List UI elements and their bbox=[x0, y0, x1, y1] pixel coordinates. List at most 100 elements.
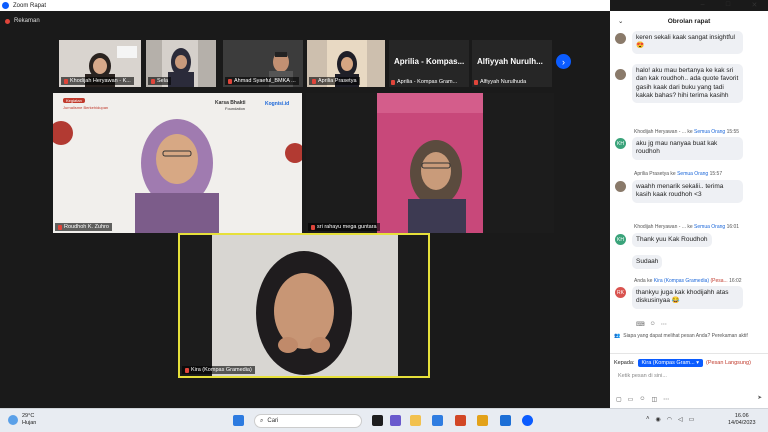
reply-icon[interactable]: ⌨ bbox=[636, 321, 645, 328]
window-controls: – □ ✕ bbox=[690, 1, 768, 11]
avatar: RK bbox=[615, 287, 626, 298]
file-explorer-icon[interactable] bbox=[410, 415, 421, 426]
close-icon[interactable]: ✕ bbox=[751, 1, 757, 11]
taskbar: 29°C Hujan ⌕ Cari ˄ ◉ ◠ ◁ ▭ 16.06 14/04/2… bbox=[0, 408, 768, 432]
recording-bar: Rekaman bbox=[0, 11, 610, 31]
avatar bbox=[615, 181, 626, 192]
mic-muted-icon bbox=[228, 78, 232, 84]
mic-muted-icon bbox=[64, 78, 68, 84]
privacy-note[interactable]: 👥 Siapa yang dapat melihat pesan Anda? P… bbox=[614, 333, 766, 339]
emoji-icon[interactable]: ☺ bbox=[650, 321, 656, 328]
chevron-up-icon[interactable]: ˄ bbox=[646, 416, 650, 423]
weather-icon bbox=[8, 415, 18, 425]
attach-icon[interactable]: ▭ bbox=[628, 396, 634, 403]
more-icon[interactable]: ⋯ bbox=[661, 321, 667, 328]
chat-title: Obrolan rapat bbox=[667, 17, 711, 25]
slide-tag: Kegiatan bbox=[63, 98, 85, 103]
send-icon[interactable]: ➤ bbox=[757, 395, 762, 401]
slide-brand-2: Kognisi.id bbox=[265, 101, 290, 107]
zoom-app-icon[interactable] bbox=[522, 415, 533, 426]
participant-name: Roudhoh K. Zuhro bbox=[55, 223, 112, 231]
screenshot-icon[interactable]: ◫ bbox=[651, 396, 657, 403]
message-meta: Khodijah Heryawan - ... ke Semua Orang 1… bbox=[634, 224, 740, 230]
message-meta: Anda ke Kira (Kompas Gramedia) (Pesa... … bbox=[634, 278, 742, 284]
chat-panel: ⌄ Obrolan rapat keren sekali kaak sangat… bbox=[610, 11, 768, 408]
participant-name: Khodijah Heryawan - K... bbox=[61, 77, 134, 85]
video-stage: Khodijah Heryawan - K... Sela Ahmad Syae… bbox=[0, 31, 610, 408]
participant-video bbox=[53, 93, 302, 233]
participant-name: Sela bbox=[148, 77, 172, 85]
recording-label[interactable]: Rekaman bbox=[14, 18, 40, 24]
search-icon: ⌕ bbox=[260, 417, 264, 424]
maximize-icon[interactable]: □ bbox=[726, 1, 730, 11]
chat-message: Thank yuu Kak Roudhoh bbox=[632, 233, 712, 248]
chat-message: keren sekali kaak sangat insightful 😍 bbox=[632, 31, 743, 54]
mic-muted-icon bbox=[311, 224, 315, 230]
slide-brand-sub: Foundation bbox=[225, 106, 246, 111]
powerpoint-icon[interactable] bbox=[455, 415, 466, 426]
participant-thumb[interactable]: Sela bbox=[146, 40, 216, 87]
chevron-down-icon[interactable]: ⌄ bbox=[618, 17, 623, 25]
recording-icon bbox=[5, 18, 10, 24]
participant-namecard[interactable]: Alfiyyah Nurulh... Alfiyyah Nurulhuda bbox=[472, 40, 552, 87]
window-title: Zoom Rapat bbox=[13, 2, 47, 9]
volume-icon[interactable]: ◁ bbox=[678, 416, 683, 423]
minimize-icon[interactable]: – bbox=[701, 1, 705, 11]
zoom-logo-icon bbox=[2, 2, 9, 9]
recipient-label: Kepada: bbox=[614, 360, 635, 366]
participant-name: Aprilia Prasetya bbox=[309, 77, 360, 85]
message-meta: Aprilia Prasetya ke Semua Orang 15:57 bbox=[634, 171, 723, 177]
direct-message-label: (Pesan Langsung) bbox=[705, 360, 751, 366]
participant-thumb[interactable]: Aprilia Prasetya bbox=[307, 40, 385, 87]
mic-muted-icon bbox=[391, 79, 395, 85]
participant-name: sri rahayu mega guntara bbox=[308, 223, 380, 231]
weather-desc: Hujan bbox=[22, 420, 37, 426]
people-icon: 👥 bbox=[614, 333, 621, 339]
next-page-button[interactable]: › bbox=[556, 54, 571, 69]
chat-message: Sudaah bbox=[632, 255, 663, 270]
chat-messages[interactable]: keren sekali kaak sangat insightful 😍 ha… bbox=[610, 31, 768, 353]
participant-video bbox=[377, 93, 483, 233]
wifi-icon[interactable]: ◠ bbox=[667, 416, 672, 423]
app-tray-icon[interactable]: ◉ bbox=[656, 416, 661, 423]
message-meta: Khodijah Heryawan - ... ke Semua Orang 1… bbox=[634, 129, 740, 135]
recipient-select[interactable]: Kira (Kompas Gram... ▾ bbox=[637, 359, 703, 367]
participant-thumb[interactable]: Khodijah Heryawan - K... bbox=[59, 40, 141, 87]
participant-name: Ahmad Syaeful_BMKA ... bbox=[225, 77, 299, 85]
start-icon[interactable] bbox=[233, 415, 244, 426]
chat-input[interactable]: Ketik pesan di sini... bbox=[618, 373, 667, 379]
avatar: KH bbox=[615, 138, 626, 149]
format-icon[interactable]: ▢ bbox=[616, 396, 622, 403]
battery-icon[interactable]: ▭ bbox=[689, 416, 695, 423]
chrome-icon[interactable] bbox=[477, 415, 488, 426]
search-box[interactable]: ⌕ Cari bbox=[254, 414, 362, 428]
weather-widget[interactable]: 29°C Hujan bbox=[8, 413, 36, 427]
chat-header: ⌄ Obrolan rapat bbox=[610, 11, 768, 31]
chat-compose: Kepada: Kira (Kompas Gram... ▾ (Pesan La… bbox=[610, 353, 768, 408]
mic-muted-icon bbox=[58, 224, 62, 230]
system-tray: ˄ ◉ ◠ ◁ ▭ bbox=[646, 416, 694, 423]
title-bar: Zoom Rapat bbox=[0, 0, 610, 11]
participant-namecard[interactable]: Aprilia - Kompas... Aprilia - Kompas Gra… bbox=[389, 40, 469, 87]
more-icon[interactable]: ⋯ bbox=[663, 396, 669, 403]
video-tile-sri[interactable]: sri rahayu mega guntara bbox=[306, 93, 554, 233]
participant-thumb[interactable]: Ahmad Syaeful_BMKA ... bbox=[223, 40, 303, 87]
slide-subtitle: Jurnalisme Berkehidupan bbox=[63, 105, 109, 110]
mic-muted-icon bbox=[185, 367, 189, 373]
participant-display-name: Alfiyyah Nurulh... bbox=[477, 57, 543, 66]
task-view-icon[interactable] bbox=[372, 415, 383, 426]
chat-app-icon[interactable] bbox=[390, 415, 401, 426]
emoji-icon[interactable]: ☺ bbox=[639, 396, 645, 403]
weather-temp: 29°C bbox=[22, 413, 35, 419]
compose-toolbar: ▢ ▭ ☺ ◫ ⋯ bbox=[616, 396, 669, 403]
chat-message: waahh menarik sekalii.. terima kasih kaa… bbox=[632, 180, 743, 203]
active-speaker-tile[interactable]: Kira (Kompas Gramedia) bbox=[178, 233, 430, 378]
video-tile-roudhoh[interactable]: Kegiatan Jurnalisme Berkehidupan Karsa B… bbox=[53, 93, 302, 233]
avatar bbox=[615, 33, 626, 44]
clock[interactable]: 16.06 14/04/2023 bbox=[728, 413, 756, 427]
participant-name: Alfiyyah Nurulhuda bbox=[474, 79, 526, 85]
edge-icon[interactable] bbox=[432, 415, 443, 426]
store-icon[interactable] bbox=[500, 415, 511, 426]
participant-video bbox=[212, 235, 398, 376]
message-actions: ⌨ ☺ ⋯ bbox=[636, 321, 667, 328]
